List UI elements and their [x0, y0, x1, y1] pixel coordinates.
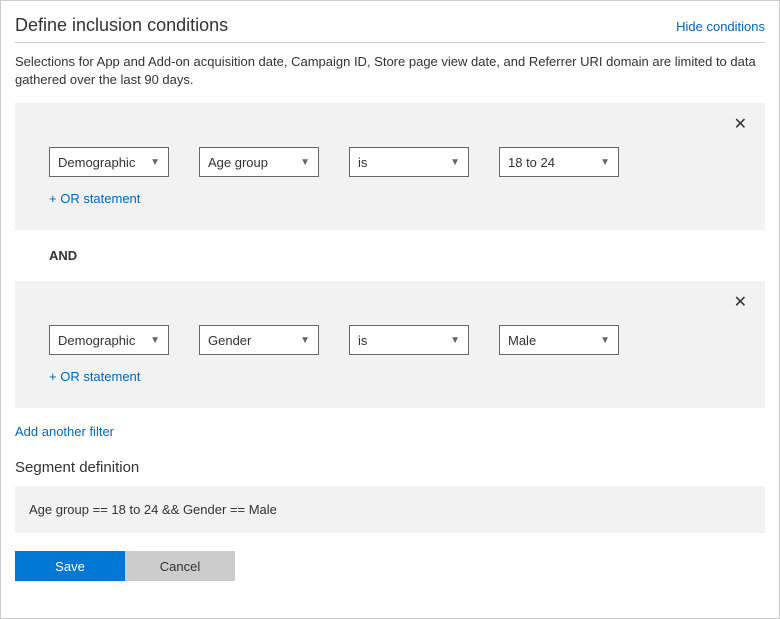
value-dropdown[interactable]: 18 to 24 ▼	[499, 147, 619, 177]
button-row: Save Cancel	[15, 551, 765, 581]
value-dropdown[interactable]: Male ▼	[499, 325, 619, 355]
close-icon[interactable]: ✕	[734, 295, 747, 311]
page-title: Define inclusion conditions	[15, 15, 228, 36]
chevron-down-icon: ▼	[450, 157, 460, 168]
chevron-down-icon: ▼	[600, 335, 610, 346]
header-row: Define inclusion conditions Hide conditi…	[15, 15, 765, 43]
or-statement-link[interactable]: + OR statement	[49, 191, 731, 206]
close-icon[interactable]: ✕	[734, 117, 747, 133]
description-text: Selections for App and Add-on acquisitio…	[15, 53, 765, 89]
hide-conditions-link[interactable]: Hide conditions	[676, 19, 765, 34]
category-dropdown[interactable]: Demographic ▼	[49, 325, 169, 355]
chevron-down-icon: ▼	[300, 335, 310, 346]
segment-definition-expression: Age group == 18 to 24 && Gender == Male	[15, 486, 765, 533]
chevron-down-icon: ▼	[450, 335, 460, 346]
chevron-down-icon: ▼	[150, 157, 160, 168]
attribute-dropdown[interactable]: Age group ▼	[199, 147, 319, 177]
segment-definition-title: Segment definition	[15, 459, 765, 476]
dropdown-value: Age group	[208, 155, 268, 170]
attribute-dropdown[interactable]: Gender ▼	[199, 325, 319, 355]
chevron-down-icon: ▼	[300, 157, 310, 168]
dropdown-value: is	[358, 155, 367, 170]
and-separator: AND	[15, 230, 765, 281]
save-button[interactable]: Save	[15, 551, 125, 581]
chevron-down-icon: ▼	[600, 157, 610, 168]
operator-dropdown[interactable]: is ▼	[349, 325, 469, 355]
dropdown-value: Demographic	[58, 155, 135, 170]
dropdown-value: Male	[508, 333, 536, 348]
or-statement-link[interactable]: + OR statement	[49, 369, 731, 384]
cancel-button[interactable]: Cancel	[125, 551, 235, 581]
chevron-down-icon: ▼	[150, 335, 160, 346]
operator-dropdown[interactable]: is ▼	[349, 147, 469, 177]
filter-block-2: ✕ Demographic ▼ Gender ▼ is ▼ Male ▼ + O…	[15, 281, 765, 408]
dropdown-value: is	[358, 333, 367, 348]
filter-row: Demographic ▼ Age group ▼ is ▼ 18 to 24 …	[49, 147, 731, 177]
inclusion-conditions-panel: Define inclusion conditions Hide conditi…	[0, 0, 780, 619]
filter-block-1: ✕ Demographic ▼ Age group ▼ is ▼ 18 to 2…	[15, 103, 765, 230]
category-dropdown[interactable]: Demographic ▼	[49, 147, 169, 177]
dropdown-value: Demographic	[58, 333, 135, 348]
filter-row: Demographic ▼ Gender ▼ is ▼ Male ▼	[49, 325, 731, 355]
dropdown-value: 18 to 24	[508, 155, 555, 170]
dropdown-value: Gender	[208, 333, 251, 348]
add-another-filter-link[interactable]: Add another filter	[15, 424, 114, 439]
